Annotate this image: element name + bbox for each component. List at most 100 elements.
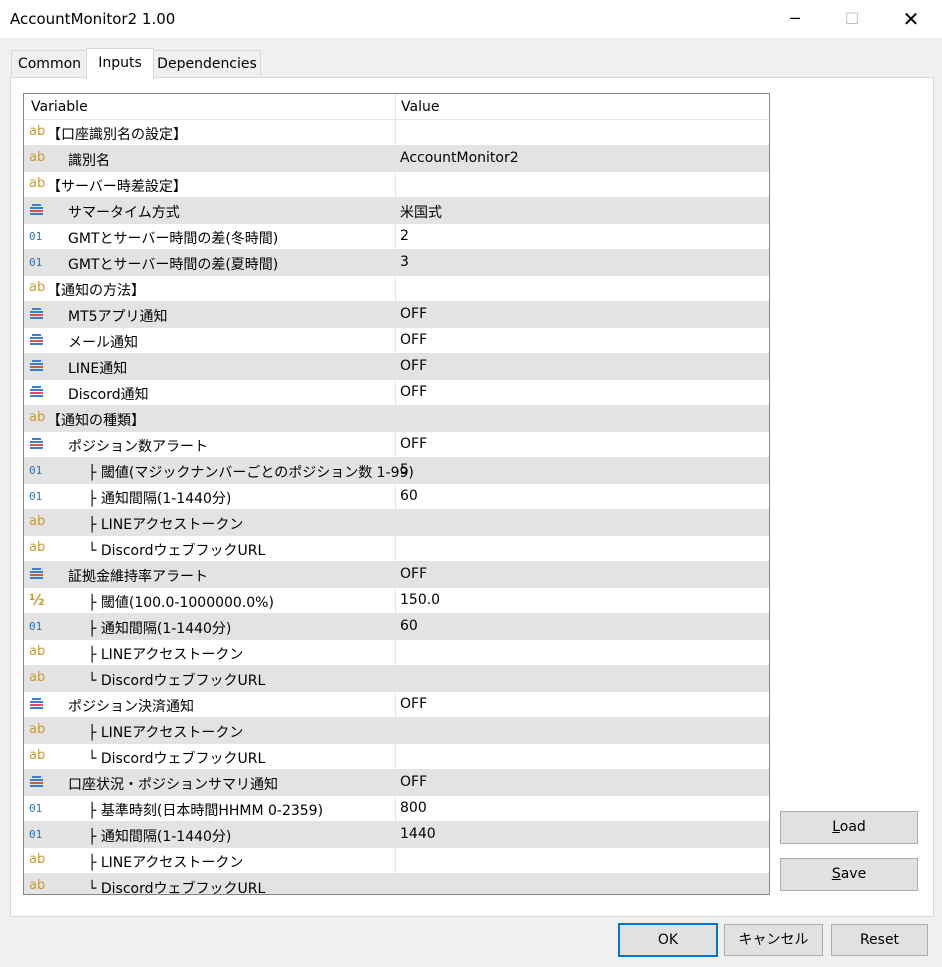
- value-cell[interactable]: OFF: [400, 384, 427, 400]
- variable-cell[interactable]: MT5アプリ通知: [24, 302, 396, 327]
- variable-cell[interactable]: 01 ├ 閾値(マジックナンバーごとのポジション数 1-99): [24, 458, 414, 483]
- grid-row[interactable]: ab 【通知の方法】: [24, 276, 769, 302]
- variable-label: メール通知: [68, 335, 138, 351]
- grid-row[interactable]: 01 ├ 基準時刻(日本時間HHMM 0-2359) 800: [24, 796, 769, 822]
- value-cell[interactable]: OFF: [400, 774, 427, 790]
- value-cell[interactable]: 米国式: [400, 202, 442, 222]
- save-button[interactable]: Save: [780, 858, 918, 891]
- grid-row[interactable]: 01 ├ 通知間隔(1-1440分) 60: [24, 484, 769, 510]
- grid-row[interactable]: 01 GMTとサーバー時間の差(冬時間) 2: [24, 224, 769, 250]
- variable-cell[interactable]: 口座状況・ポジションサマリ通知: [24, 770, 396, 795]
- variable-cell[interactable]: ポジション決済通知: [24, 692, 396, 717]
- string-type-icon: ab: [29, 644, 46, 659]
- cancel-button[interactable]: キャンセル: [724, 924, 823, 956]
- inputs-grid[interactable]: Variable Value ab 【口座識別名の設定】 ab 識別名 AccountM…: [23, 93, 770, 895]
- variable-cell[interactable]: Discord通知: [24, 380, 396, 405]
- grid-row[interactable]: ab 【口座識別名の設定】: [24, 120, 769, 146]
- variable-cell[interactable]: サマータイム方式: [24, 198, 396, 223]
- integer-type-icon: 01: [29, 490, 43, 503]
- reset-button[interactable]: Reset: [831, 924, 928, 956]
- value-cell[interactable]: OFF: [400, 696, 427, 712]
- grid-row[interactable]: 口座状況・ポジションサマリ通知 OFF: [24, 770, 769, 796]
- variable-cell[interactable]: 01 ├ 通知間隔(1-1440分): [24, 822, 396, 847]
- variable-cell[interactable]: LINE通知: [24, 354, 396, 379]
- variable-cell[interactable]: 01 GMTとサーバー時間の差(冬時間): [24, 224, 396, 249]
- grid-row[interactable]: ポジション数アラート OFF: [24, 432, 769, 458]
- variable-cell[interactable]: メール通知: [24, 328, 396, 353]
- variable-cell[interactable]: ab 【サーバー時差設定】: [24, 172, 396, 197]
- value-cell[interactable]: 2: [400, 228, 409, 244]
- variable-cell[interactable]: ab ├ LINEアクセストークン: [24, 510, 396, 535]
- value-cell[interactable]: OFF: [400, 332, 427, 348]
- variable-cell[interactable]: 01 ├ 基準時刻(日本時間HHMM 0-2359): [24, 796, 396, 821]
- variable-cell[interactable]: ab ├ LINEアクセストークン: [24, 848, 396, 873]
- variable-cell[interactable]: 証拠金維持率アラート: [24, 562, 396, 587]
- grid-row[interactable]: ab └ DiscordウェブフックURL: [24, 536, 769, 562]
- grid-row[interactable]: LINE通知 OFF: [24, 354, 769, 380]
- grid-row[interactable]: ab └ DiscordウェブフックURL: [24, 744, 769, 770]
- value-cell[interactable]: 800: [400, 800, 427, 816]
- grid-row[interactable]: ab 識別名 AccountMonitor2: [24, 146, 769, 172]
- variable-cell[interactable]: ab ├ LINEアクセストークン: [24, 718, 396, 743]
- value-cell[interactable]: OFF: [400, 358, 427, 374]
- variable-cell[interactable]: ab └ DiscordウェブフックURL: [24, 744, 396, 769]
- grid-row[interactable]: ab └ DiscordウェブフックURL: [24, 874, 769, 894]
- value-cell[interactable]: 3: [400, 254, 409, 270]
- variable-cell[interactable]: ab 識別名: [24, 146, 396, 171]
- grid-row[interactable]: サマータイム方式 米国式: [24, 198, 769, 224]
- grid-row[interactable]: メール通知 OFF: [24, 328, 769, 354]
- variable-cell[interactable]: ½ ├ 閾値(100.0-1000000.0%): [24, 588, 396, 613]
- value-cell[interactable]: OFF: [400, 306, 427, 322]
- grid-row[interactable]: ab └ DiscordウェブフックURL: [24, 666, 769, 692]
- variable-cell[interactable]: ab └ DiscordウェブフックURL: [24, 536, 396, 561]
- variable-cell[interactable]: ab ├ LINEアクセストークン: [24, 640, 396, 665]
- value-cell[interactable]: 5: [400, 462, 409, 478]
- variable-cell[interactable]: ab 【通知の種類】: [24, 406, 396, 431]
- variable-label: ポジション数アラート: [68, 439, 208, 455]
- grid-row[interactable]: ab ├ LINEアクセストークン: [24, 718, 769, 744]
- variable-cell[interactable]: ab └ DiscordウェブフックURL: [24, 874, 396, 894]
- grid-row[interactable]: MT5アプリ通知 OFF: [24, 302, 769, 328]
- value-cell[interactable]: OFF: [400, 566, 427, 582]
- grid-row[interactable]: ab 【サーバー時差設定】: [24, 172, 769, 198]
- grid-row[interactable]: ½ ├ 閾値(100.0-1000000.0%) 150.0: [24, 588, 769, 614]
- variable-cell[interactable]: 01 ├ 通知間隔(1-1440分): [24, 614, 396, 639]
- value-cell[interactable]: 1440: [400, 826, 436, 842]
- grid-row[interactable]: 01 ├ 通知間隔(1-1440分) 60: [24, 614, 769, 640]
- tab-common[interactable]: Common: [11, 50, 88, 77]
- maximize-button[interactable]: ☐: [823, 0, 881, 38]
- variable-cell[interactable]: ab 【口座識別名の設定】: [24, 120, 396, 145]
- value-cell[interactable]: OFF: [400, 436, 427, 452]
- variable-cell[interactable]: ポジション数アラート: [24, 432, 396, 457]
- tab-dependencies[interactable]: Dependencies: [153, 50, 261, 77]
- minimize-button[interactable]: ─: [766, 0, 824, 38]
- grid-row[interactable]: ポジション決済通知 OFF: [24, 692, 769, 718]
- grid-row[interactable]: ab ├ LINEアクセストークン: [24, 640, 769, 666]
- grid-row[interactable]: ab ├ LINEアクセストークン: [24, 848, 769, 874]
- grid-row[interactable]: 01 ├ 閾値(マジックナンバーごとのポジション数 1-99) 5: [24, 458, 769, 484]
- integer-type-icon: 01: [29, 230, 43, 243]
- column-header-variable[interactable]: Variable: [31, 99, 88, 115]
- variable-cell[interactable]: 01 GMTとサーバー時間の差(夏時間): [24, 250, 396, 275]
- variable-cell[interactable]: ab 【通知の方法】: [24, 276, 396, 301]
- value-cell[interactable]: 60: [400, 618, 418, 634]
- grid-row[interactable]: ab 【通知の種類】: [24, 406, 769, 432]
- grid-row[interactable]: Discord通知 OFF: [24, 380, 769, 406]
- value-cell[interactable]: AccountMonitor2: [400, 150, 519, 166]
- ok-button[interactable]: OK: [618, 923, 718, 957]
- grid-row[interactable]: ab ├ LINEアクセストークン: [24, 510, 769, 536]
- value-cell[interactable]: 150.0: [400, 592, 440, 608]
- grid-row[interactable]: 01 ├ 通知間隔(1-1440分) 1440: [24, 822, 769, 848]
- grid-row[interactable]: 01 GMTとサーバー時間の差(夏時間) 3: [24, 250, 769, 276]
- variable-cell[interactable]: 01 ├ 通知間隔(1-1440分): [24, 484, 396, 509]
- value-cell[interactable]: 60: [400, 488, 418, 504]
- variable-cell[interactable]: ab └ DiscordウェブフックURL: [24, 666, 396, 691]
- close-button[interactable]: ✕: [882, 0, 940, 38]
- load-button[interactable]: Load: [780, 811, 918, 844]
- grid-row[interactable]: 証拠金維持率アラート OFF: [24, 562, 769, 588]
- tab-inputs[interactable]: Inputs: [86, 48, 154, 79]
- column-header-value[interactable]: Value: [401, 99, 439, 115]
- grid-rows: ab 【口座識別名の設定】 ab 識別名 AccountMonitor2 ab 【サーバー時…: [24, 120, 769, 894]
- variable-label: Discord通知: [68, 387, 149, 403]
- column-separator[interactable]: [395, 94, 396, 119]
